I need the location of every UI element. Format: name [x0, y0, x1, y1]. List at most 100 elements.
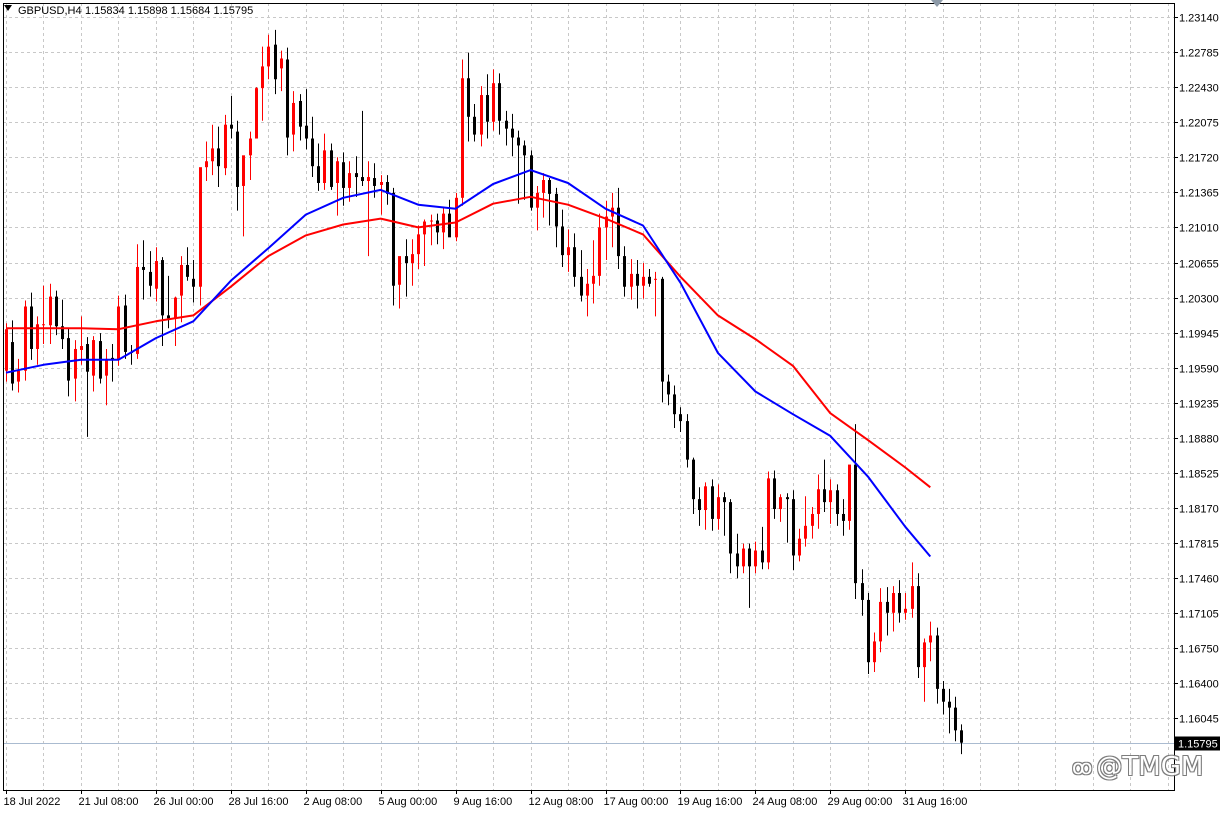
candle-body [636, 273, 639, 286]
candle-body [174, 297, 177, 319]
price-tick-label: 1.22075 [1179, 118, 1219, 130]
candle-body [673, 394, 676, 415]
candle-body [155, 261, 158, 289]
candle-body [748, 548, 751, 567]
candle-body [49, 296, 52, 326]
candle-body [192, 278, 195, 287]
candle-body [873, 641, 876, 663]
candle-body [167, 315, 170, 319]
candle-body [255, 88, 258, 139]
candle-body [936, 635, 939, 689]
candle-body [492, 83, 495, 122]
candle-body [892, 593, 895, 613]
collapse-panel-icon[interactable] [931, 0, 943, 8]
candle-body [367, 177, 370, 182]
candle-body [929, 635, 932, 643]
chevron-down-icon[interactable] [4, 5, 12, 11]
plot-border [3, 3, 1175, 791]
candle-body [249, 138, 252, 156]
candle-body [17, 370, 20, 382]
candle-body [80, 346, 83, 350]
candle-body [336, 161, 339, 183]
candle-body [42, 324, 45, 326]
candle-body [804, 525, 807, 539]
candle-body [486, 95, 489, 122]
candle-body [467, 78, 470, 117]
candle-body [867, 599, 870, 663]
moving-average-lines [5, 169, 932, 558]
candle-body [517, 137, 520, 146]
candle-body [561, 226, 564, 256]
time-tick-label: 31 Aug 16:00 [903, 796, 968, 808]
candle-body [729, 502, 732, 554]
current-price-tag-label: 1.15795 [1178, 739, 1218, 751]
candle-body [761, 550, 764, 563]
candle-body [642, 276, 645, 286]
grid-lines [3, 3, 1174, 790]
candle-body [692, 459, 695, 500]
candle-body [67, 338, 70, 381]
candle-body [299, 100, 302, 127]
candle-body [842, 513, 845, 521]
price-chart[interactable]: 1.23140 1.22785 1.22430 1.22075 1.21720 1.213… [0, 0, 1232, 813]
candle-body [430, 220, 433, 222]
time-axis: 18 Jul 2022 21 Jul 08:00 26 Jul 00:00 28 Ju… [4, 790, 968, 808]
candle-body [211, 148, 214, 162]
price-tick-label: 1.19590 [1179, 364, 1219, 376]
candle-body [242, 155, 245, 186]
candle-body [473, 116, 476, 135]
price-tick-label: 1.16045 [1179, 714, 1219, 726]
candle-body [623, 256, 626, 287]
price-tick-label: 1.18170 [1179, 504, 1219, 516]
candle-body [667, 381, 670, 395]
candle-body [286, 59, 289, 138]
price-tick-label: 1.20655 [1179, 259, 1219, 271]
price-tick-label: 1.21010 [1179, 223, 1219, 235]
candle-body [480, 95, 483, 135]
candle-body [161, 260, 164, 316]
candle-body [530, 155, 533, 208]
candle-body [392, 192, 395, 286]
candle-body [542, 180, 545, 193]
candle-body [879, 601, 882, 642]
candle-body [736, 553, 739, 567]
candle-body [948, 701, 951, 708]
candle-body [149, 271, 152, 286]
candle-body [817, 489, 820, 514]
time-tick-label: 2 Aug 08:00 [304, 796, 363, 808]
candle-body [954, 707, 957, 731]
candle-body [274, 44, 277, 80]
candle-body [711, 486, 714, 519]
candle-body [317, 166, 320, 183]
price-tick-label: 1.18880 [1179, 434, 1219, 446]
candle-body [230, 124, 233, 129]
candle-body [236, 131, 239, 187]
candle-body [86, 344, 89, 372]
candle-body [723, 497, 726, 503]
price-tick-label: 1.20300 [1179, 294, 1219, 306]
candle-body [398, 256, 401, 285]
price-tick-label: 1.19235 [1179, 399, 1219, 411]
candle-body [511, 128, 514, 138]
candle-body [105, 358, 108, 376]
candle-body [555, 193, 558, 227]
candle-body [330, 150, 333, 187]
candle-body [55, 296, 58, 327]
candle-body [355, 173, 358, 178]
tmgm-logo-icon: ꝏ [1072, 755, 1093, 779]
candle-body [505, 120, 508, 129]
watermark-text: @TMGM [1096, 752, 1204, 782]
candle-body [648, 276, 651, 284]
chart-canvas[interactable]: 1.23140 1.22785 1.22430 1.22075 1.21720 1.213… [0, 0, 1232, 813]
candle-body [886, 601, 889, 613]
candle-body [536, 192, 539, 208]
moving-average-fast-line [5, 169, 932, 558]
candle-body [411, 254, 414, 264]
candle-body [261, 66, 264, 89]
candle-body [373, 178, 376, 186]
candle-body [436, 220, 439, 233]
candle-body [455, 197, 458, 238]
time-tick-label: 9 Aug 16:00 [454, 796, 513, 808]
candle-body [348, 173, 351, 188]
candle-body [942, 688, 945, 702]
